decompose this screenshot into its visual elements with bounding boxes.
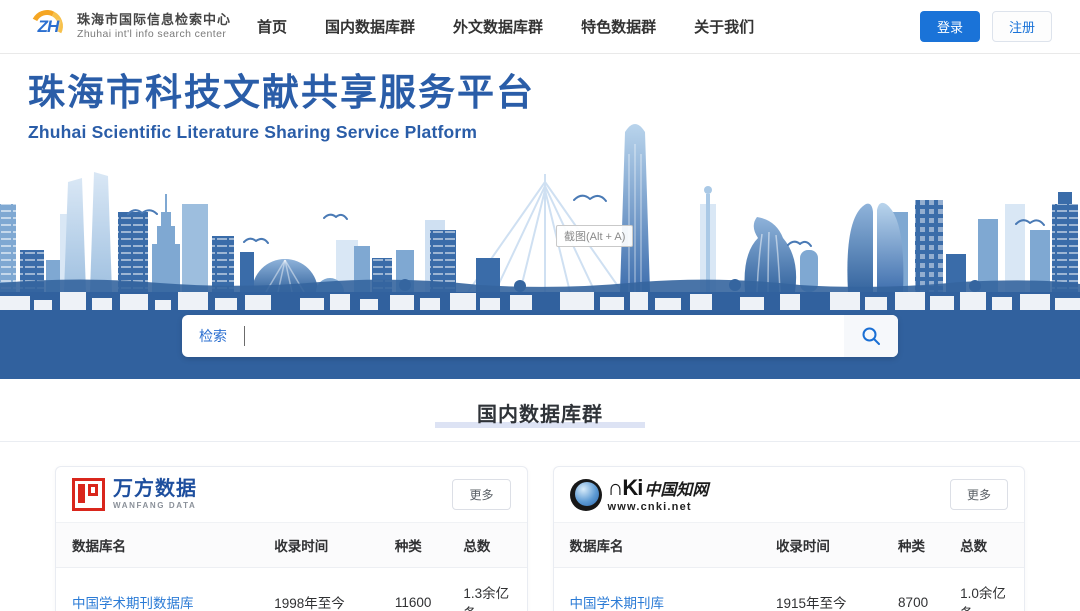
- cell-types: 11600: [379, 568, 448, 611]
- brand-name-en: Zhuhai int'l info search center: [77, 28, 231, 41]
- table-row: 中国学术期刊数据库 1998年至今 11600 1.3余亿条: [56, 568, 527, 611]
- wanfang-more-button[interactable]: 更多: [452, 479, 510, 510]
- cnki-db-table: 数据库名 收录时间 种类 总数 中国学术期刊库 1915年至今 8700 1.0…: [554, 523, 1025, 611]
- db-link-cajk[interactable]: 中国学术期刊库: [570, 596, 665, 611]
- nav-item-about-us[interactable]: 关于我们: [694, 16, 754, 37]
- db-link-cajd[interactable]: 中国学术期刊数据库: [72, 596, 194, 611]
- section-title: 国内数据库群: [477, 404, 603, 426]
- wanfang-logo-text: 万方数据 WANFANG DATA: [113, 479, 197, 510]
- cnki-card: ∩Ki 中国知网 www.cnki.net 更多 数据库名 收录时间 种类 总数: [553, 466, 1026, 611]
- database-cards: 万方数据 WANFANG DATA 更多 数据库名 收录时间 种类 总数 中国学…: [55, 466, 1025, 611]
- page-subtitle: Zhuhai Scientific Literature Sharing Ser…: [28, 122, 535, 143]
- cell-total: 1.0余亿条: [944, 568, 1024, 611]
- wanfang-card-header: 万方数据 WANFANG DATA 更多: [56, 467, 527, 523]
- wanfang-logo: 万方数据 WANFANG DATA: [72, 478, 197, 511]
- section-divider: [0, 441, 1080, 442]
- search-bar: 检索: [182, 315, 898, 357]
- brand-name-zh: 珠海市国际信息检索中心: [77, 12, 231, 28]
- wanfang-name: 万方数据: [113, 479, 197, 500]
- cell-total: 1.3余亿条: [447, 568, 526, 611]
- wanfang-card: 万方数据 WANFANG DATA 更多 数据库名 收录时间 种类 总数 中国学…: [55, 466, 528, 611]
- search-icon: [861, 326, 881, 346]
- col-header-db-name: 数据库名: [56, 523, 258, 568]
- col-header-time: 收录时间: [258, 523, 379, 568]
- search-input[interactable]: [245, 315, 844, 357]
- cell-time: 1998年至今: [258, 568, 379, 611]
- main-nav: 首页 国内数据库群 外文数据库群 特色数据群 关于我们: [257, 16, 754, 37]
- screenshot-tooltip: 截图(Alt + A): [556, 225, 633, 247]
- col-header-total: 总数: [447, 523, 526, 568]
- nav-item-special-databases[interactable]: 特色数据群: [581, 16, 656, 37]
- table-row: 中国学术期刊库 1915年至今 8700 1.0余亿条: [554, 568, 1025, 611]
- cnki-card-header: ∩Ki 中国知网 www.cnki.net 更多: [554, 467, 1025, 523]
- logo-letters: ZH: [28, 17, 68, 37]
- search-band: 检索: [0, 292, 1080, 379]
- search-label: 检索: [182, 326, 244, 346]
- col-header-time: 收录时间: [760, 523, 882, 568]
- section-header: 国内数据库群: [0, 379, 1080, 442]
- cnki-more-button[interactable]: 更多: [950, 479, 1008, 510]
- table-header-row: 数据库名 收录时间 种类 总数: [554, 523, 1025, 568]
- cnki-logo-text: ∩Ki 中国知网 www.cnki.net: [608, 477, 709, 513]
- app-logo-icon: ZH: [28, 8, 68, 46]
- brand-text: 珠海市国际信息检索中心 Zhuhai int'l info search cen…: [77, 12, 231, 41]
- col-header-types: 种类: [379, 523, 448, 568]
- cnki-logo: ∩Ki 中国知网 www.cnki.net: [570, 477, 709, 513]
- hero-titles: 珠海市科技文献共享服务平台 Zhuhai Scientific Literatu…: [28, 62, 535, 143]
- page-title: 珠海市科技文献共享服务平台: [28, 62, 535, 116]
- nav-item-foreign-databases[interactable]: 外文数据库群: [453, 16, 543, 37]
- register-button[interactable]: 注册: [992, 11, 1052, 42]
- col-header-total: 总数: [944, 523, 1024, 568]
- nav-item-home[interactable]: 首页: [257, 16, 287, 37]
- nav-item-domestic-databases[interactable]: 国内数据库群: [325, 16, 415, 37]
- cnki-url: www.cnki.net: [608, 502, 709, 513]
- cell-time: 1915年至今: [760, 568, 882, 611]
- hero-banner: 珠海市科技文献共享服务平台 Zhuhai Scientific Literatu…: [0, 54, 1080, 292]
- cnki-latin: ∩Ki: [608, 477, 643, 499]
- cell-types: 8700: [882, 568, 944, 611]
- wanfang-name-en: WANFANG DATA: [113, 502, 197, 510]
- wanfang-db-table: 数据库名 收录时间 种类 总数 中国学术期刊数据库 1998年至今 11600 …: [56, 523, 527, 611]
- skyline-reflection: [0, 292, 1080, 310]
- wanfang-logo-icon: [72, 478, 105, 511]
- cnki-globe-icon: [570, 479, 602, 511]
- col-header-db-name: 数据库名: [554, 523, 760, 568]
- cnki-name: 中国知网: [644, 483, 708, 499]
- search-button[interactable]: [844, 315, 898, 357]
- login-button[interactable]: 登录: [920, 11, 980, 42]
- top-navbar: ZH 珠海市国际信息检索中心 Zhuhai int'l info search …: [0, 0, 1080, 54]
- col-header-types: 种类: [882, 523, 944, 568]
- table-header-row: 数据库名 收录时间 种类 总数: [56, 523, 527, 568]
